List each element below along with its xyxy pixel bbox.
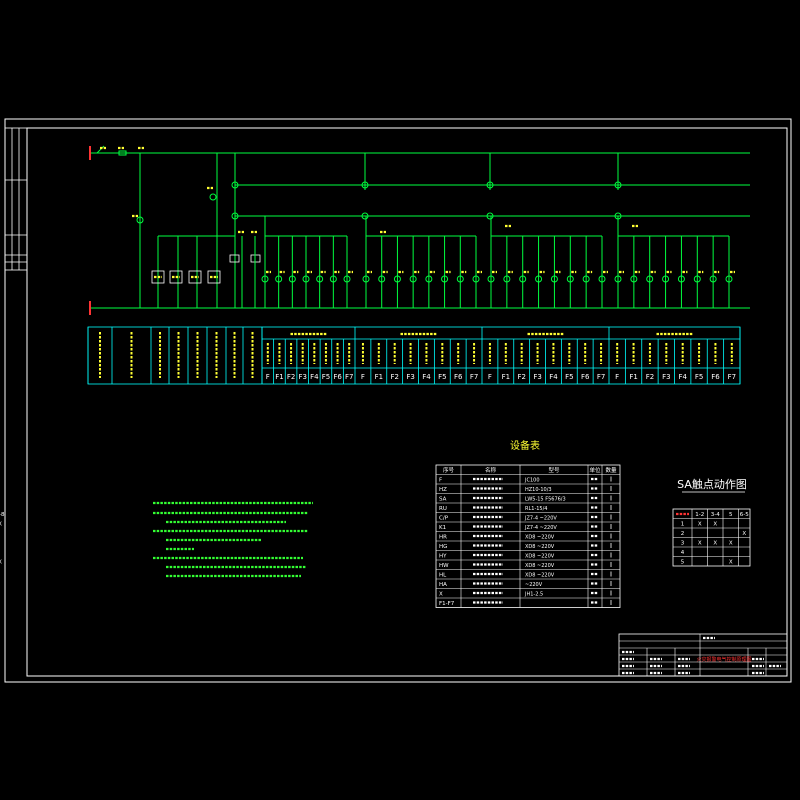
contact-header: 5 [729, 512, 733, 518]
terminal-code: F5 [565, 373, 573, 381]
contact-header: 6-5 [740, 512, 749, 518]
device-code: HG [439, 544, 447, 550]
device-model: XD8 ~220V [525, 544, 555, 550]
terminal-code: F3 [298, 373, 306, 381]
project-title: 火灾报警电气控制原理图 [696, 656, 751, 663]
device-model: LW5-15 F5676/3 [525, 497, 566, 503]
terminal-code: F7 [728, 373, 736, 381]
contact-cell: X [729, 560, 733, 566]
device-model: JC100 [524, 478, 540, 484]
device-code: X [439, 592, 443, 598]
device-code: C/P [439, 516, 449, 522]
terminal-code: F2 [287, 373, 295, 381]
device-code: F [439, 478, 442, 484]
contact-cell: 2 [681, 531, 685, 537]
contact-cell: X [729, 541, 733, 547]
device-code: HL [439, 573, 447, 579]
terminal-code: F5 [695, 373, 703, 381]
contact-cell: X [713, 541, 717, 547]
contact-cell: X [713, 522, 717, 528]
drawing-sheet: F F1 F2 F3 F4 F5 F6 F7 F F1 F2 F3 F4 F5 F6 F7 F F1 F2 F3 F4 F… [0, 118, 792, 683]
terminal-code: F6 [711, 373, 720, 381]
inner-frame [26, 127, 788, 677]
terminal-code: F4 [678, 373, 687, 381]
device-code: HR [439, 535, 447, 541]
terminal-code: F6 [581, 373, 590, 381]
contact-cell: 1 [681, 522, 685, 528]
contact-table-title: SA触点动作图 [677, 477, 747, 491]
device-model: ~220V [525, 582, 543, 588]
device-header: 名称 [485, 466, 497, 474]
device-table: 设备表序号 名称 型号 单位 数量 F JC100 HZ HZ10-10/3 SA LW5-15 F… [435, 439, 621, 608]
contact-cell: X [0, 522, 2, 528]
device-model: JZ7-4 ~220V [524, 516, 557, 522]
device-header: 单位 [589, 466, 601, 474]
terminal-code: F3 [662, 373, 670, 381]
terminal-code: F [615, 373, 619, 381]
device-model: XD8 ~220V [525, 563, 555, 569]
terminal-code: F7 [345, 373, 353, 381]
outer-frame [4, 118, 792, 683]
terminal-code: F6 [454, 373, 463, 381]
terminal-code: F6 [333, 373, 342, 381]
contact-header: 3-4 [711, 512, 720, 518]
device-table-title: 设备表 [510, 439, 540, 452]
indicator-node [209, 193, 217, 201]
terminal-code: F3 [533, 373, 541, 381]
device-code: K1 [439, 525, 446, 531]
contact-header: 7-8 [0, 512, 5, 518]
contact-cell: X [742, 531, 746, 537]
terminal-code: F7 [597, 373, 605, 381]
binding-strip [4, 127, 28, 271]
device-code: RU [439, 506, 447, 512]
device-code: HZ [439, 487, 447, 493]
title-block: 火灾报警电气控制原理图 [618, 633, 788, 677]
terminal-code: F1 [275, 373, 283, 381]
contact-cell: 3 [681, 541, 685, 547]
terminal-code: F3 [406, 373, 414, 381]
contact-cell: X [698, 522, 702, 528]
circuit-diagram [89, 145, 750, 315]
device-model: JH1-2.5 [524, 592, 543, 598]
device-model: XD8 ~220V [525, 554, 555, 560]
device-model: HZ10-10/3 [525, 487, 552, 493]
function-table: F F1 F2 F3 F4 F5 F6 F7 F F1 F2 F3 F4 F5 F6 F7 F F1 F2 F3 F4 F… [87, 326, 741, 385]
device-code: HY [439, 554, 447, 560]
device-header: 型号 [548, 466, 560, 474]
device-code: HW [439, 563, 449, 569]
notes-block [153, 501, 313, 578]
device-model: RL1-15/4 [525, 506, 547, 512]
contact-cell: 5 [681, 560, 685, 566]
device-header: 序号 [443, 466, 455, 474]
terminal-code: F1 [629, 373, 637, 381]
terminal-code: F4 [549, 373, 558, 381]
device-header: 数量 [605, 466, 617, 474]
terminal-code: F4 [422, 373, 431, 381]
terminal-code: F [361, 373, 365, 381]
contact-cell: X [0, 560, 2, 566]
device-code: SA [439, 497, 447, 503]
terminal-code: F5 [322, 373, 330, 381]
sa-contact-table: SA触点动作图 1-2 3-4 5 6-5 7-8 1 X X X 2 X 3 X X X 4 5 X X [0, 477, 751, 567]
terminal-code: F4 [310, 373, 319, 381]
terminal-code: F7 [470, 373, 478, 381]
terminal-code: F1 [502, 373, 510, 381]
terminal-code: F2 [517, 373, 525, 381]
terminal-code: F5 [438, 373, 446, 381]
contact-cell: X [698, 541, 702, 547]
device-model: XD8 ~220V [525, 535, 555, 541]
device-code: HA [439, 582, 447, 588]
terminal-code: F2 [390, 373, 398, 381]
contact-header: 1-2 [695, 512, 704, 518]
contact-cell: 4 [681, 550, 685, 556]
device-model: XD8 ~220V [525, 573, 555, 579]
terminal-code: F2 [646, 373, 654, 381]
terminal-code: F [266, 373, 270, 381]
terminal-code: F1 [375, 373, 383, 381]
device-code: F1-F7 [439, 601, 455, 607]
terminal-code: F [488, 373, 492, 381]
device-model: JZ7-4 ~220V [524, 525, 557, 531]
